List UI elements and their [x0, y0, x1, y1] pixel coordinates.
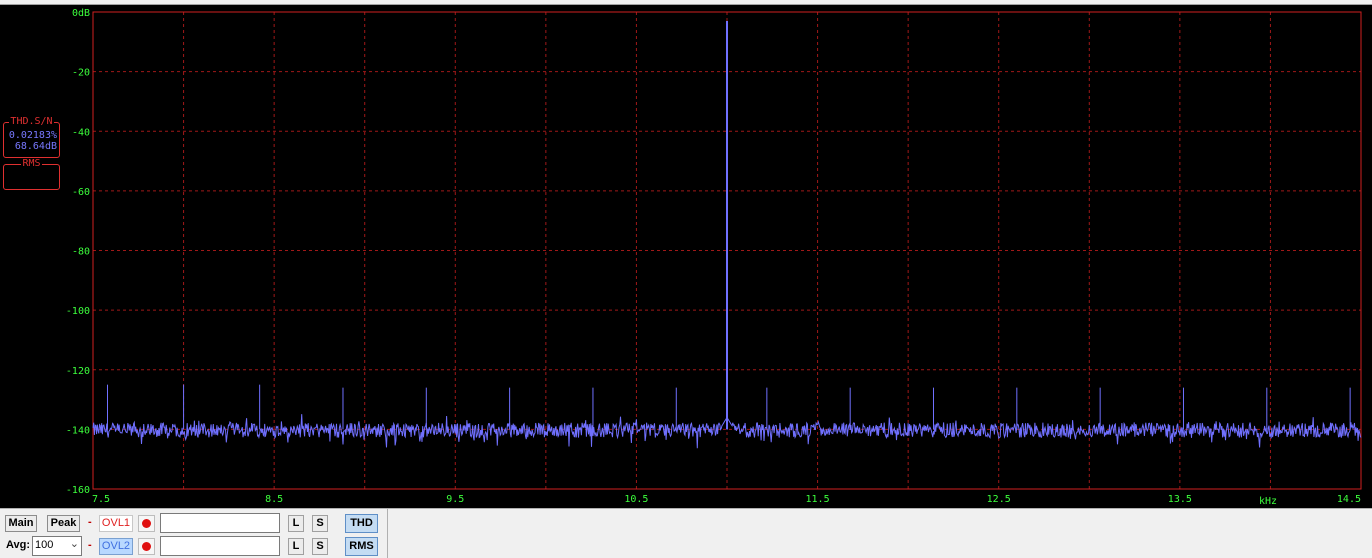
chevron-down-icon: ⌄	[69, 538, 79, 550]
x-tick-label: 14.5	[1337, 494, 1361, 505]
sn-db-value: 68.64dB	[14, 141, 57, 152]
channel2-name-field[interactable]	[160, 536, 280, 556]
toolbar-separator	[387, 509, 388, 558]
thd-sn-title: THD.S/N	[9, 116, 54, 127]
y-tick-label: -20	[72, 68, 90, 79]
record-button-2[interactable]	[138, 538, 155, 555]
record-button-1[interactable]	[138, 515, 155, 532]
load-button-1[interactable]: L	[288, 515, 304, 532]
ch2-dash: -	[88, 539, 92, 551]
bottom-toolbar: Main Peak - OVL1 L S THD Avg: 100 ⌄ - OV…	[0, 508, 1372, 558]
x-axis-unit-label: kHz	[1259, 496, 1277, 507]
main-button[interactable]: Main	[5, 515, 37, 532]
y-tick-label: -80	[72, 247, 90, 258]
y-tick-label: -100	[66, 306, 90, 317]
thd-sn-panel: THD.S/N 0.02183% 68.64dB	[3, 116, 60, 158]
ovl2-indicator[interactable]: OVL2	[99, 538, 133, 555]
rms-panel: RMS	[3, 158, 60, 190]
load-button-2[interactable]: L	[288, 538, 304, 555]
x-tick-label: 13.5	[1168, 494, 1192, 505]
avg-value: 100	[35, 539, 54, 551]
channel1-name-field[interactable]	[160, 513, 280, 533]
x-tick-label: 8.5	[265, 494, 283, 505]
avg-label: Avg:	[6, 539, 31, 551]
avg-select[interactable]: 100 ⌄	[32, 536, 82, 556]
x-tick-label: 7.5	[92, 494, 110, 505]
ovl1-indicator[interactable]: OVL1	[99, 515, 133, 532]
y-tick-label: -120	[66, 366, 90, 377]
x-tick-label: 12.5	[987, 494, 1011, 505]
save-button-2[interactable]: S	[312, 538, 328, 555]
thd-percent-value: 0.02183%	[8, 130, 57, 141]
save-button-1[interactable]: S	[312, 515, 328, 532]
peak-button[interactable]: Peak	[47, 515, 80, 532]
y-tick-label: -60	[72, 187, 90, 198]
rms-title: RMS	[21, 158, 42, 169]
record-icon	[142, 542, 151, 551]
spectrum-plot-area: 0dB -20 -40 -60 -80 -100 -120 -140 -160 7.5 8.5 9.5…	[0, 5, 1372, 508]
y-tick-label: -140	[66, 425, 90, 436]
y-tick-label: -160	[66, 485, 90, 496]
y-tick-label: -40	[72, 127, 90, 138]
ch1-dash: -	[88, 516, 92, 528]
rms-button[interactable]: RMS	[345, 537, 378, 556]
x-tick-label: 10.5	[624, 494, 648, 505]
record-icon	[142, 519, 151, 528]
x-tick-label: 9.5	[446, 494, 464, 505]
spectrum-chart: 0dB -20 -40 -60 -80 -100 -120 -140 -1607.5 8.5 9.5…	[66, 8, 1362, 507]
x-tick-label: 11.5	[806, 494, 830, 505]
thd-button[interactable]: THD	[345, 514, 378, 533]
y-tick-label: 0dB	[72, 8, 90, 19]
